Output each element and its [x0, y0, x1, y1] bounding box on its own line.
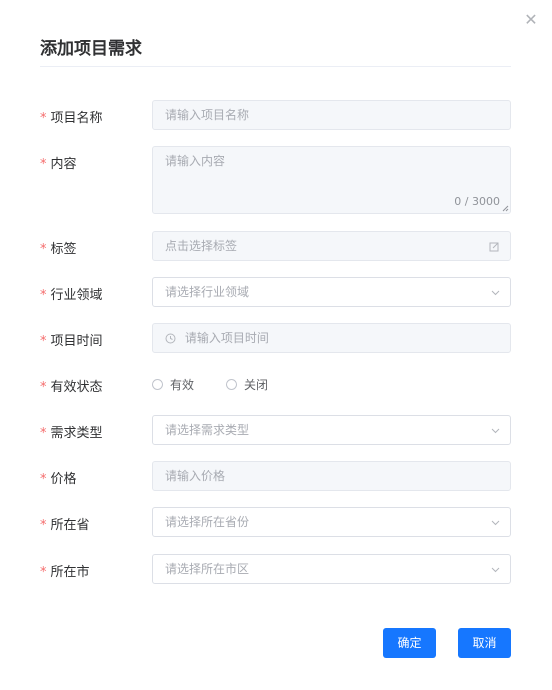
- city-label: * 所在市: [40, 565, 90, 580]
- chevron-down-icon: [491, 508, 500, 536]
- province-label: * 所在省: [40, 518, 90, 533]
- cancel-button[interactable]: 取消: [458, 628, 511, 658]
- char-counter: 0 / 3000: [454, 195, 500, 208]
- dialog-title: 添加项目需求: [40, 39, 142, 59]
- price-input[interactable]: 请输入价格: [152, 461, 511, 491]
- confirm-button[interactable]: 确定: [383, 628, 436, 658]
- resize-handle-icon[interactable]: [502, 205, 509, 212]
- status-label: * 有效状态: [40, 380, 103, 395]
- radio-circle[interactable]: [226, 379, 237, 390]
- clock-icon: [165, 331, 185, 345]
- time-input[interactable]: 请输入项目时间: [152, 323, 511, 353]
- title-divider: [40, 66, 511, 67]
- industry-label: * 行业领域: [40, 288, 103, 303]
- city-select[interactable]: 请选择所在市区: [152, 554, 511, 584]
- province-select[interactable]: 请选择所在省份: [152, 507, 511, 537]
- demand-type-select[interactable]: 请选择需求类型: [152, 415, 511, 445]
- industry-select[interactable]: 请选择行业领域: [152, 277, 511, 307]
- name-input[interactable]: 请输入项目名称: [152, 100, 511, 130]
- tags-label: * 标签: [40, 242, 77, 257]
- chevron-down-icon: [491, 278, 500, 306]
- radio-closed[interactable]: 关闭: [226, 376, 268, 393]
- close-icon[interactable]: ✕: [521, 10, 541, 30]
- radio-circle[interactable]: [152, 379, 163, 390]
- content-textarea[interactable]: 请输入内容 0 / 3000: [152, 146, 511, 214]
- chevron-down-icon: [491, 416, 500, 444]
- time-label: * 项目时间: [40, 334, 103, 349]
- chevron-down-icon: [491, 555, 500, 583]
- content-label: * 内容: [40, 157, 77, 172]
- tags-input[interactable]: 点击选择标签: [152, 231, 511, 261]
- name-label: * 项目名称: [40, 111, 103, 126]
- radio-valid[interactable]: 有效: [152, 376, 194, 393]
- price-label: * 价格: [40, 472, 77, 487]
- demand-type-label: * 需求类型: [40, 426, 103, 441]
- edit-icon: [489, 232, 500, 260]
